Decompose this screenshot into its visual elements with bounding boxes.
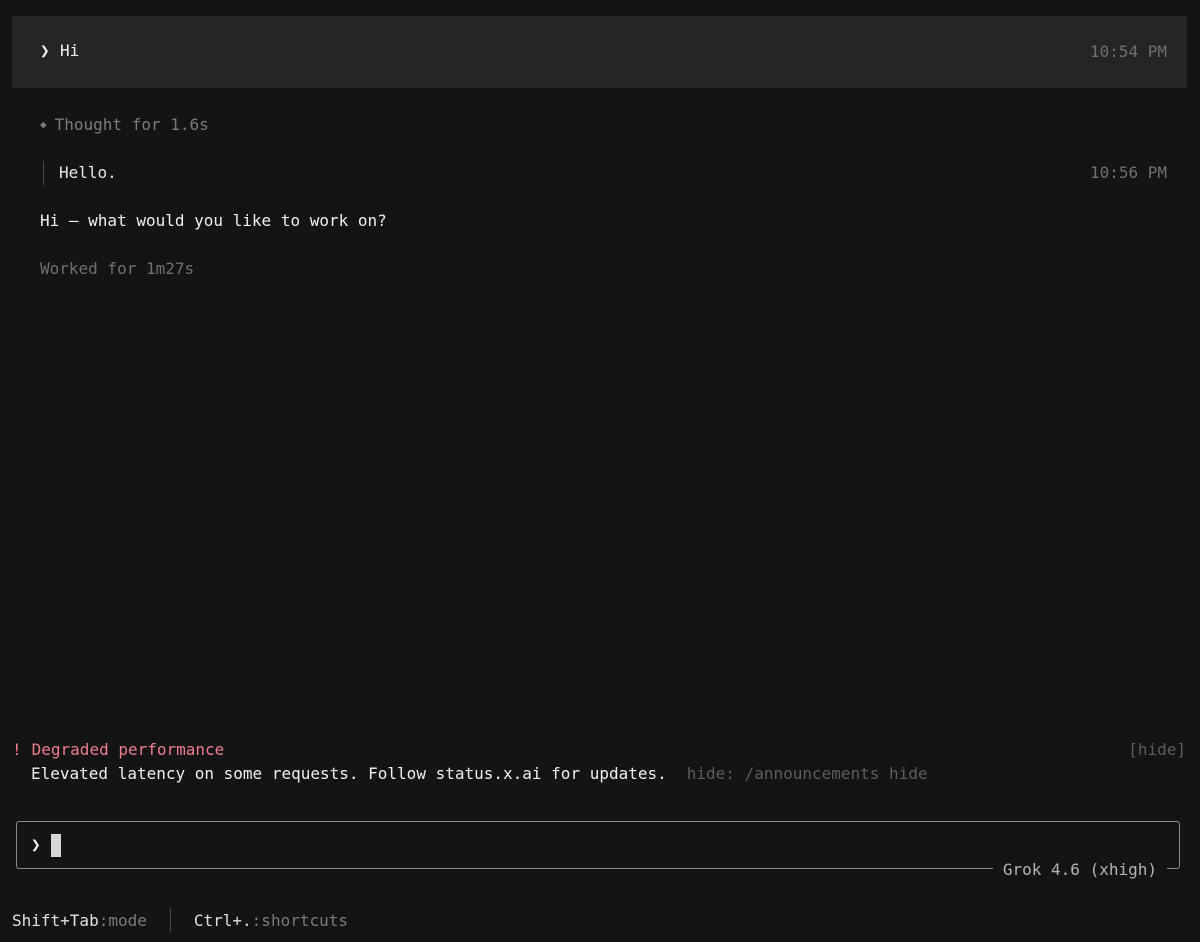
thought-text: Hello.	[43, 161, 117, 185]
announcement-body-text: Elevated latency on some requests. Follo…	[31, 764, 667, 783]
hide-announcement-button[interactable]: [hide]	[1128, 740, 1186, 759]
mode-hint[interactable]: Shift+Tab:mode	[12, 911, 147, 930]
user-prompt-icon: ❯	[40, 41, 50, 60]
announcement-body: Elevated latency on some requests. Follo…	[31, 764, 928, 783]
announcement-hint: hide: /announcements hide	[686, 764, 928, 783]
model-selector[interactable]: Grok 4.6 (xhigh)	[992, 860, 1167, 879]
alert-icon: !	[12, 740, 22, 759]
prompt-input[interactable]: ❯ Grok 4.6 (xhigh)	[16, 821, 1180, 879]
thought-label: Thought for 1.6s	[54, 115, 209, 134]
shortcuts-key: Ctrl+.	[193, 910, 252, 930]
footer-divider	[169, 908, 171, 932]
shortcuts-hint[interactable]: Ctrl+.:shortcuts	[194, 911, 348, 930]
announcement-title-text: Degraded performance	[31, 740, 225, 759]
user-message: ❯ Hi 10:54 PM	[12, 16, 1187, 88]
assistant-reply: Hi — what would you like to work on?	[40, 211, 387, 230]
user-message-timestamp: 10:54 PM	[1089, 42, 1167, 61]
footer-hints: Shift+Tab:mode Ctrl+.:shortcuts	[12, 908, 348, 932]
worked-duration: Worked for 1m27s	[40, 259, 195, 278]
text-cursor	[51, 834, 61, 857]
response-timestamp: 10:56 PM	[1089, 163, 1167, 182]
mode-key: Shift+Tab	[12, 910, 99, 930]
thought-toggle[interactable]: ◆ Thought for 1.6s	[40, 115, 209, 134]
terminal-chat: ❯ Hi 10:54 PM ◆ Thought for 1.6s Hello. 1…	[0, 0, 1200, 942]
user-message-text: Hi	[60, 41, 80, 60]
input-prompt-icon: ❯	[31, 835, 41, 854]
mode-label: :mode	[98, 910, 147, 930]
diamond-icon: ◆	[40, 118, 47, 131]
shortcuts-label: :shortcuts	[251, 910, 348, 930]
announcement-title: ! Degraded performance	[12, 740, 224, 759]
